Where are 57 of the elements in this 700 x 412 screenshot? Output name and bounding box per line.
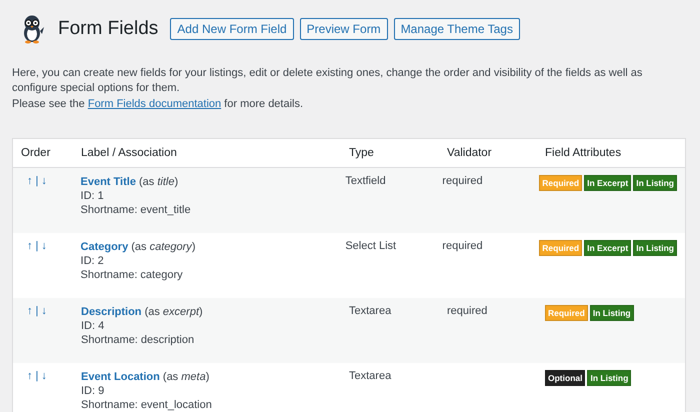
move-up-link[interactable]: ↑	[27, 305, 32, 317]
field-shortname: Shortname: category	[80, 268, 184, 282]
attribute-tag: Optional	[545, 370, 586, 386]
attribute-tag: In Excerpt	[584, 240, 632, 256]
field-type: Textarea	[349, 370, 392, 382]
association-text: (as meta)	[162, 371, 210, 383]
field-label-link[interactable]: Event Location	[81, 371, 160, 383]
attribute-tag: Required	[539, 240, 582, 256]
header-button[interactable]: Preview Form	[300, 18, 388, 40]
page-title: Form Fields	[58, 18, 158, 40]
move-down-link[interactable]: ↓	[41, 240, 47, 252]
column-header: Validator	[447, 147, 492, 159]
documentation-link[interactable]: Form Fields documentation	[88, 98, 222, 110]
documentation-note: Please see the Form Fields documentation for more details.	[12, 98, 304, 110]
move-up-link[interactable]: ↑	[27, 370, 32, 382]
move-up-link[interactable]: ↑	[27, 175, 32, 187]
move-down-link[interactable]: ↓	[41, 175, 47, 187]
attribute-tag: Required	[539, 175, 582, 191]
field-validator: required	[442, 240, 483, 252]
field-validator: required	[447, 305, 488, 317]
order-separator: |	[36, 305, 38, 317]
attribute-tag: In Listing	[587, 370, 632, 386]
field-label-link[interactable]: Description	[81, 306, 142, 318]
attribute-tag: Required	[545, 305, 588, 321]
field-id: ID: 1	[80, 189, 105, 203]
column-header: Type	[349, 147, 374, 159]
attribute-tag: In Excerpt	[584, 175, 632, 191]
attribute-tag: In Listing	[633, 175, 677, 191]
move-up-link[interactable]: ↑	[27, 240, 32, 252]
move-down-link[interactable]: ↓	[41, 370, 47, 382]
move-down-link[interactable]: ↓	[41, 305, 47, 317]
header-button[interactable]: Manage Theme Tags	[394, 18, 520, 40]
field-label-link[interactable]: Event Title	[80, 176, 136, 188]
attribute-tag: In Listing	[590, 305, 634, 321]
column-header: Field Attributes	[545, 147, 622, 159]
association-text: (as title)	[139, 176, 178, 188]
field-label-link[interactable]: Category	[80, 241, 128, 253]
field-type: Textfield	[345, 175, 386, 187]
field-id: ID: 2	[80, 254, 105, 268]
column-header: Label / Association	[81, 147, 177, 159]
order-separator: |	[36, 240, 38, 252]
field-id: ID: 9	[81, 384, 106, 398]
association-text: (as excerpt)	[144, 306, 203, 318]
column-header: Order	[21, 147, 50, 159]
field-type: Textarea	[349, 305, 392, 317]
field-validator: required	[442, 175, 483, 187]
intro-text: Here, you can create new fields for your listings, edit or delete existing ones, change the order and visibility of the fields as well as configure special options for them.	[12, 66, 644, 96]
field-shortname: Shortname: description	[81, 333, 196, 347]
field-shortname: Shortname: event_title	[80, 203, 192, 217]
order-separator: |	[36, 175, 38, 187]
header-button[interactable]: Add New Form Field	[170, 18, 294, 40]
field-id: ID: 4	[81, 319, 106, 333]
association-text: (as category)	[131, 241, 196, 253]
attribute-tag: In Listing	[633, 240, 677, 256]
field-shortname: Shortname: event_location	[81, 398, 213, 412]
order-separator: |	[36, 370, 38, 382]
field-type: Select List	[345, 240, 396, 252]
